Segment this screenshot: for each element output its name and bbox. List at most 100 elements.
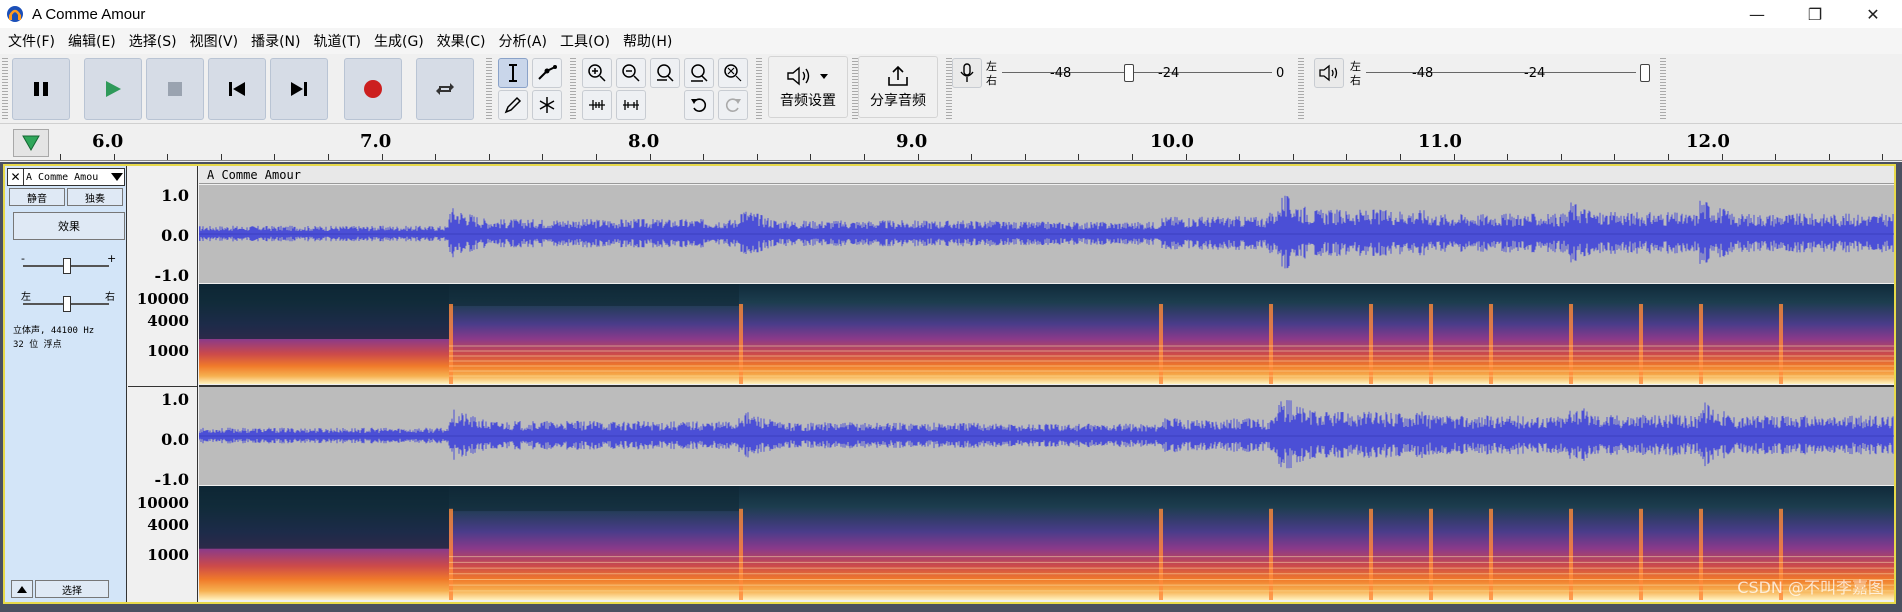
audacity-icon [7, 6, 23, 22]
gain-slider[interactable] [23, 258, 109, 274]
track-format-info: 立体声, 44100 Hz 32 位 浮点 [13, 324, 94, 352]
timeline-options-button[interactable] [13, 129, 49, 157]
skip-start-button[interactable] [208, 58, 266, 120]
trim-audio-button[interactable] [582, 90, 612, 120]
track-control-panel[interactable]: ✕ A Comme Amou 静音 独奏 效果 - + 左 右 立体声, 441… [5, 166, 127, 602]
zoom-sel-icon [657, 64, 674, 82]
toolbar-grip[interactable] [486, 58, 492, 120]
mute-button[interactable]: 静音 [9, 188, 65, 206]
menu-analyze[interactable]: 分析(A) [494, 31, 556, 51]
menu-transport[interactable]: 播录(N) [247, 31, 309, 51]
scale-label: 1000 [147, 342, 189, 360]
toolbar-grip[interactable] [756, 58, 762, 120]
menu-file[interactable]: 文件(F) [4, 31, 64, 51]
multi-tool-button[interactable] [532, 90, 562, 120]
solo-button[interactable]: 独奏 [67, 188, 123, 206]
ruler-tick [114, 154, 115, 160]
pause-button[interactable] [12, 58, 70, 120]
menu-view[interactable]: 视图(V) [186, 31, 248, 51]
record-meter-button[interactable] [952, 58, 982, 88]
scale-label: 10000 [136, 494, 189, 512]
audio-track[interactable]: ✕ A Comme Amou 静音 独奏 效果 - + 左 右 立体声, 441… [3, 164, 1896, 604]
menu-effect[interactable]: 效果(C) [433, 31, 495, 51]
playback-meter-button[interactable] [1314, 58, 1344, 88]
close-button[interactable]: ✕ [1844, 0, 1902, 28]
record-level-slider[interactable] [1124, 64, 1134, 82]
skip-end-button[interactable] [270, 58, 328, 120]
effects-button[interactable]: 效果 [13, 212, 125, 240]
ruler-tick [1882, 154, 1883, 160]
silence-audio-button[interactable] [616, 90, 646, 120]
zoom-in-button[interactable] [582, 58, 612, 88]
toolbar-grip[interactable] [1660, 58, 1666, 120]
redo-icon [725, 98, 741, 112]
spectrogram-overlay [199, 284, 1894, 384]
ruler-tick [60, 154, 61, 160]
scale-label: 4000 [147, 516, 189, 534]
share-audio-button[interactable]: 分享音频 [858, 56, 938, 118]
ruler-tick [1614, 154, 1615, 160]
spectrogram-quiet-region [199, 486, 449, 549]
zoom-toggle-button[interactable] [718, 58, 748, 88]
fit-selection-button[interactable] [650, 58, 680, 88]
ruler-label: 12.0 [1686, 131, 1730, 152]
watermark-text: CSDN @不叫李嘉图 [1737, 578, 1884, 597]
playback-meter[interactable]: 左 右 -48 -24 [1348, 58, 1658, 88]
playback-level-slider[interactable] [1640, 64, 1650, 82]
toolbar-grip[interactable] [1298, 58, 1304, 120]
record-button[interactable] [344, 58, 402, 120]
zoom-toggle-icon [724, 64, 742, 82]
close-track-icon[interactable]: ✕ [8, 169, 24, 185]
ruler-tick [650, 154, 651, 160]
minimize-button[interactable]: — [1728, 0, 1786, 28]
toolbar-grip[interactable] [2, 58, 8, 120]
menu-tools[interactable]: 工具(O) [556, 31, 619, 51]
collapse-track-button[interactable] [11, 580, 33, 598]
pan-slider[interactable] [23, 296, 109, 312]
clip-title-bar[interactable]: A Comme Amour [199, 166, 1894, 184]
stop-button[interactable] [146, 58, 204, 120]
draw-tool-button[interactable] [498, 90, 528, 120]
track-name-menu[interactable]: A Comme Amou [24, 172, 110, 183]
waveform-trace [198, 400, 1894, 469]
menu-tracks[interactable]: 轨道(T) [310, 31, 370, 51]
ruler-tick [596, 154, 597, 160]
timeline-ruler[interactable]: 6.0 7.0 8.0 9.0 10.0 11.0 12.0 [0, 125, 1902, 161]
menu-select[interactable]: 选择(S) [125, 31, 186, 51]
select-track-button[interactable]: 选择 [35, 580, 109, 598]
menu-edit[interactable]: 编辑(E) [64, 31, 125, 51]
spectrogram-onset [449, 508, 453, 600]
toolbar-grip[interactable] [570, 58, 576, 120]
vertical-scale[interactable]: 1.0 0.0 -1.0 10000 4000 1000 1.0 0.0 -1.… [128, 166, 198, 602]
ruler-tick [382, 154, 383, 160]
undo-button[interactable] [684, 90, 714, 120]
skip-start-icon [229, 82, 245, 96]
audio-setup-button[interactable]: 音频设置 [768, 56, 848, 118]
envelope-tool-button[interactable] [532, 58, 562, 88]
ruler-tick [864, 154, 865, 160]
zoom-out-button[interactable] [616, 58, 646, 88]
spectrogram-onset [449, 304, 453, 384]
loop-button[interactable] [416, 58, 474, 120]
ruler-tick [221, 154, 222, 160]
menu-generate[interactable]: 生成(G) [370, 31, 433, 51]
menu-help[interactable]: 帮助(H) [619, 31, 681, 51]
play-button[interactable] [84, 58, 142, 120]
scale-label: -1.0 [154, 470, 189, 489]
scale-label: 0.0 [161, 430, 189, 449]
asterisk-icon [539, 97, 555, 113]
waveform-channel-left[interactable] [198, 185, 1894, 283]
meter-right-label: 右 [1350, 74, 1361, 87]
ruler-tick [435, 154, 436, 160]
record-meter[interactable]: 左 右 -48 -24 0 [984, 58, 1290, 88]
undo-icon [691, 98, 707, 112]
maximize-button[interactable]: ❐ [1786, 0, 1844, 28]
zoom-fit-icon [691, 64, 708, 82]
selection-tool-button[interactable] [498, 58, 528, 88]
title-bar: A Comme Amour — ❐ ✕ [0, 0, 1902, 28]
track-menu-dropdown-icon[interactable] [110, 171, 124, 183]
redo-button[interactable] [718, 90, 748, 120]
fit-project-button[interactable] [684, 58, 714, 88]
zoom-in-icon [588, 64, 606, 82]
waveform-channel-right[interactable] [198, 387, 1894, 485]
